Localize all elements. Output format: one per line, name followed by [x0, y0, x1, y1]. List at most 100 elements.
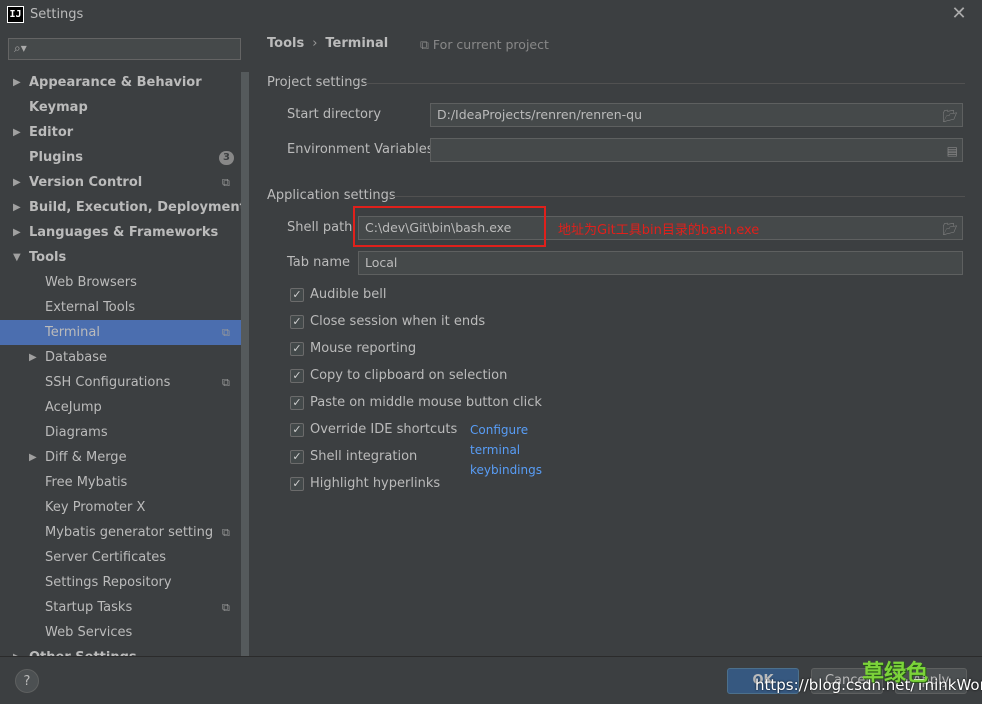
sidebar-item-startup-tasks[interactable]: Startup Tasks ⧉	[0, 595, 241, 620]
checkbox-shell-integration[interactable]: ✓	[290, 450, 304, 464]
checkbox-override-ide-shortcuts[interactable]: ✓	[290, 423, 304, 437]
sidebar-item-label: Other Settings	[29, 645, 137, 656]
expand-right-icon[interactable]: ▶	[13, 195, 21, 220]
sidebar-item-label: Diff & Merge	[45, 450, 127, 465]
breadcrumb-current: Terminal	[325, 36, 389, 51]
breadcrumb-parent[interactable]: Tools	[267, 36, 304, 51]
sidebar-item-database[interactable]: ▶ Database	[0, 345, 241, 370]
sidebar-item-label: Web Services	[45, 625, 133, 640]
checkbox-label[interactable]: Copy to clipboard on selection	[310, 366, 507, 386]
search-input[interactable]: ⌕▾	[8, 38, 241, 60]
sidebar-item-diagrams[interactable]: Diagrams	[0, 420, 241, 445]
sidebar-item-mybatis-generator-setting[interactable]: Mybatis generator setting ⧉	[0, 520, 241, 545]
sidebar-item-server-certificates[interactable]: Server Certificates	[0, 545, 241, 570]
sidebar-item-label: Plugins	[29, 150, 83, 165]
sidebar-item-ssh-configurations[interactable]: SSH Configurations ⧉	[0, 370, 241, 395]
for-current-project: ⧉ For current project	[420, 37, 549, 53]
checkbox-mouse-reporting[interactable]: ✓	[290, 342, 304, 356]
project-level-icon: ⧉	[222, 526, 230, 539]
expand-down-icon[interactable]: ▼	[13, 245, 21, 270]
sidebar-item-editor[interactable]: ▶ Editor	[0, 120, 241, 145]
expand-right-icon[interactable]: ▶	[29, 345, 37, 370]
expand-right-icon[interactable]: ▶	[13, 120, 21, 145]
folder-browse-icon[interactable]: 📂︎	[943, 105, 958, 127]
help-button[interactable]: ?	[15, 669, 39, 693]
project-level-icon: ⧉	[222, 376, 230, 389]
tab-name-field[interactable]: Local	[358, 251, 963, 275]
breadcrumb-separator: ›	[312, 36, 318, 51]
sidebar-item-settings-repository[interactable]: Settings Repository	[0, 570, 241, 595]
env-vars-label: Environment Variables	[287, 142, 434, 157]
breadcrumb: Tools › Terminal	[267, 36, 388, 51]
project-level-icon: ⧉	[222, 601, 230, 614]
checkbox-label[interactable]: Shell integration	[310, 447, 417, 467]
update-count-badge: 3	[219, 151, 234, 165]
env-vars-field[interactable]: ▤	[430, 138, 963, 162]
tab-name-label: Tab name	[287, 255, 351, 270]
expand-right-icon[interactable]: ▶	[13, 645, 21, 656]
sidebar-item-plugins[interactable]: Plugins 3	[0, 145, 241, 170]
sidebar-item-acejump[interactable]: AceJump	[0, 395, 241, 420]
highlight-box	[353, 206, 546, 247]
checkbox-label[interactable]: Override IDE shortcuts	[310, 420, 457, 440]
expand-right-icon[interactable]: ▶	[29, 445, 37, 470]
project-level-icon: ⧉	[222, 176, 230, 189]
checkbox-label[interactable]: Highlight hyperlinks	[310, 474, 440, 494]
sidebar-item-appearance-behavior[interactable]: ▶ Appearance & Behavior	[0, 70, 241, 95]
sidebar-item-tools[interactable]: ▼ Tools	[0, 245, 241, 270]
sidebar-item-external-tools[interactable]: External Tools	[0, 295, 241, 320]
sidebar-item-version-control[interactable]: ▶ Version Control ⧉	[0, 170, 241, 195]
sidebar-item-label: Database	[45, 350, 108, 365]
expand-right-icon[interactable]: ▶	[13, 70, 21, 95]
sidebar-item-web-browsers[interactable]: Web Browsers	[0, 270, 241, 295]
sidebar-item-key-promoter-x[interactable]: Key Promoter X	[0, 495, 241, 520]
title-bar: IJ Settings ✕	[0, 0, 982, 30]
checkbox-label[interactable]: Paste on middle mouse button click	[310, 393, 542, 413]
checkbox-label[interactable]: Audible bell	[310, 285, 386, 305]
expand-right-icon[interactable]: ▶	[13, 220, 21, 245]
sidebar-item-label: Build, Execution, Deployment	[29, 200, 246, 215]
sidebar-item-label: Server Certificates	[45, 550, 167, 565]
sidebar-item-label: Tools	[29, 250, 67, 265]
sidebar-item-label: Terminal	[45, 325, 100, 340]
sidebar-item-free-mybatis[interactable]: Free Mybatis	[0, 470, 241, 495]
sidebar-item-label: Editor	[29, 125, 74, 140]
project-settings-title: Project settings	[267, 75, 368, 90]
search-icon: ⌕▾	[14, 41, 27, 55]
sidebar-item-keymap[interactable]: Keymap	[0, 95, 241, 120]
sidebar-item-languages-frameworks[interactable]: ▶ Languages & Frameworks	[0, 220, 241, 245]
checkbox-highlight-hyperlinks[interactable]: ✓	[290, 477, 304, 491]
start-directory-label: Start directory	[287, 107, 382, 122]
sidebar-item-other-settings[interactable]: ▶ Other Settings	[0, 645, 241, 656]
folder-browse-icon[interactable]: 📂︎	[943, 218, 958, 240]
sidebar-item-label: Key Promoter X	[45, 500, 146, 515]
expand-right-icon[interactable]: ▶	[13, 170, 21, 195]
sidebar-item-diff-merge[interactable]: ▶ Diff & Merge	[0, 445, 241, 470]
start-directory-value: D:/IdeaProjects/renren/renren-qu	[437, 107, 642, 122]
sidebar-item-label: Web Browsers	[45, 275, 137, 290]
close-icon[interactable]: ✕	[949, 3, 969, 25]
sidebar-item-label: Appearance & Behavior	[29, 75, 202, 90]
checkbox-paste-on-middle-mouse-button-click[interactable]: ✓	[290, 396, 304, 410]
sidebar-item-terminal[interactable]: Terminal ⧉	[0, 320, 241, 345]
checkbox-audible-bell[interactable]: ✓	[290, 288, 304, 302]
window-title: Settings	[30, 7, 84, 22]
sidebar-item-label: Mybatis generator setting	[45, 525, 214, 540]
edit-list-icon[interactable]: ▤	[947, 140, 958, 162]
checkbox-copy-to-clipboard-on-selection[interactable]: ✓	[290, 369, 304, 383]
sidebar-item-label: Version Control	[29, 175, 143, 190]
configure-keybindings-link[interactable]: Configure terminal keybindings	[470, 420, 542, 480]
sidebar-scrollbar[interactable]	[241, 72, 249, 656]
for-current-project-label: For current project	[432, 37, 549, 52]
checkbox-label[interactable]: Close session when it ends	[310, 312, 485, 332]
checkbox-close-session-when-it-ends[interactable]: ✓	[290, 315, 304, 329]
start-directory-field[interactable]: D:/IdeaProjects/renren/renren-qu 📂︎	[430, 103, 963, 127]
shell-path-label: Shell path	[287, 220, 353, 235]
sidebar-item-label: Languages & Frameworks	[29, 225, 219, 240]
sidebar-item-web-services[interactable]: Web Services	[0, 620, 241, 645]
sidebar-item-label: Startup Tasks	[45, 600, 133, 615]
checkbox-label[interactable]: Mouse reporting	[310, 339, 416, 359]
sidebar-item-build-execution-deployment[interactable]: ▶ Build, Execution, Deployment	[0, 195, 246, 220]
app-icon: IJ	[7, 6, 24, 23]
application-settings-divider	[388, 196, 965, 197]
